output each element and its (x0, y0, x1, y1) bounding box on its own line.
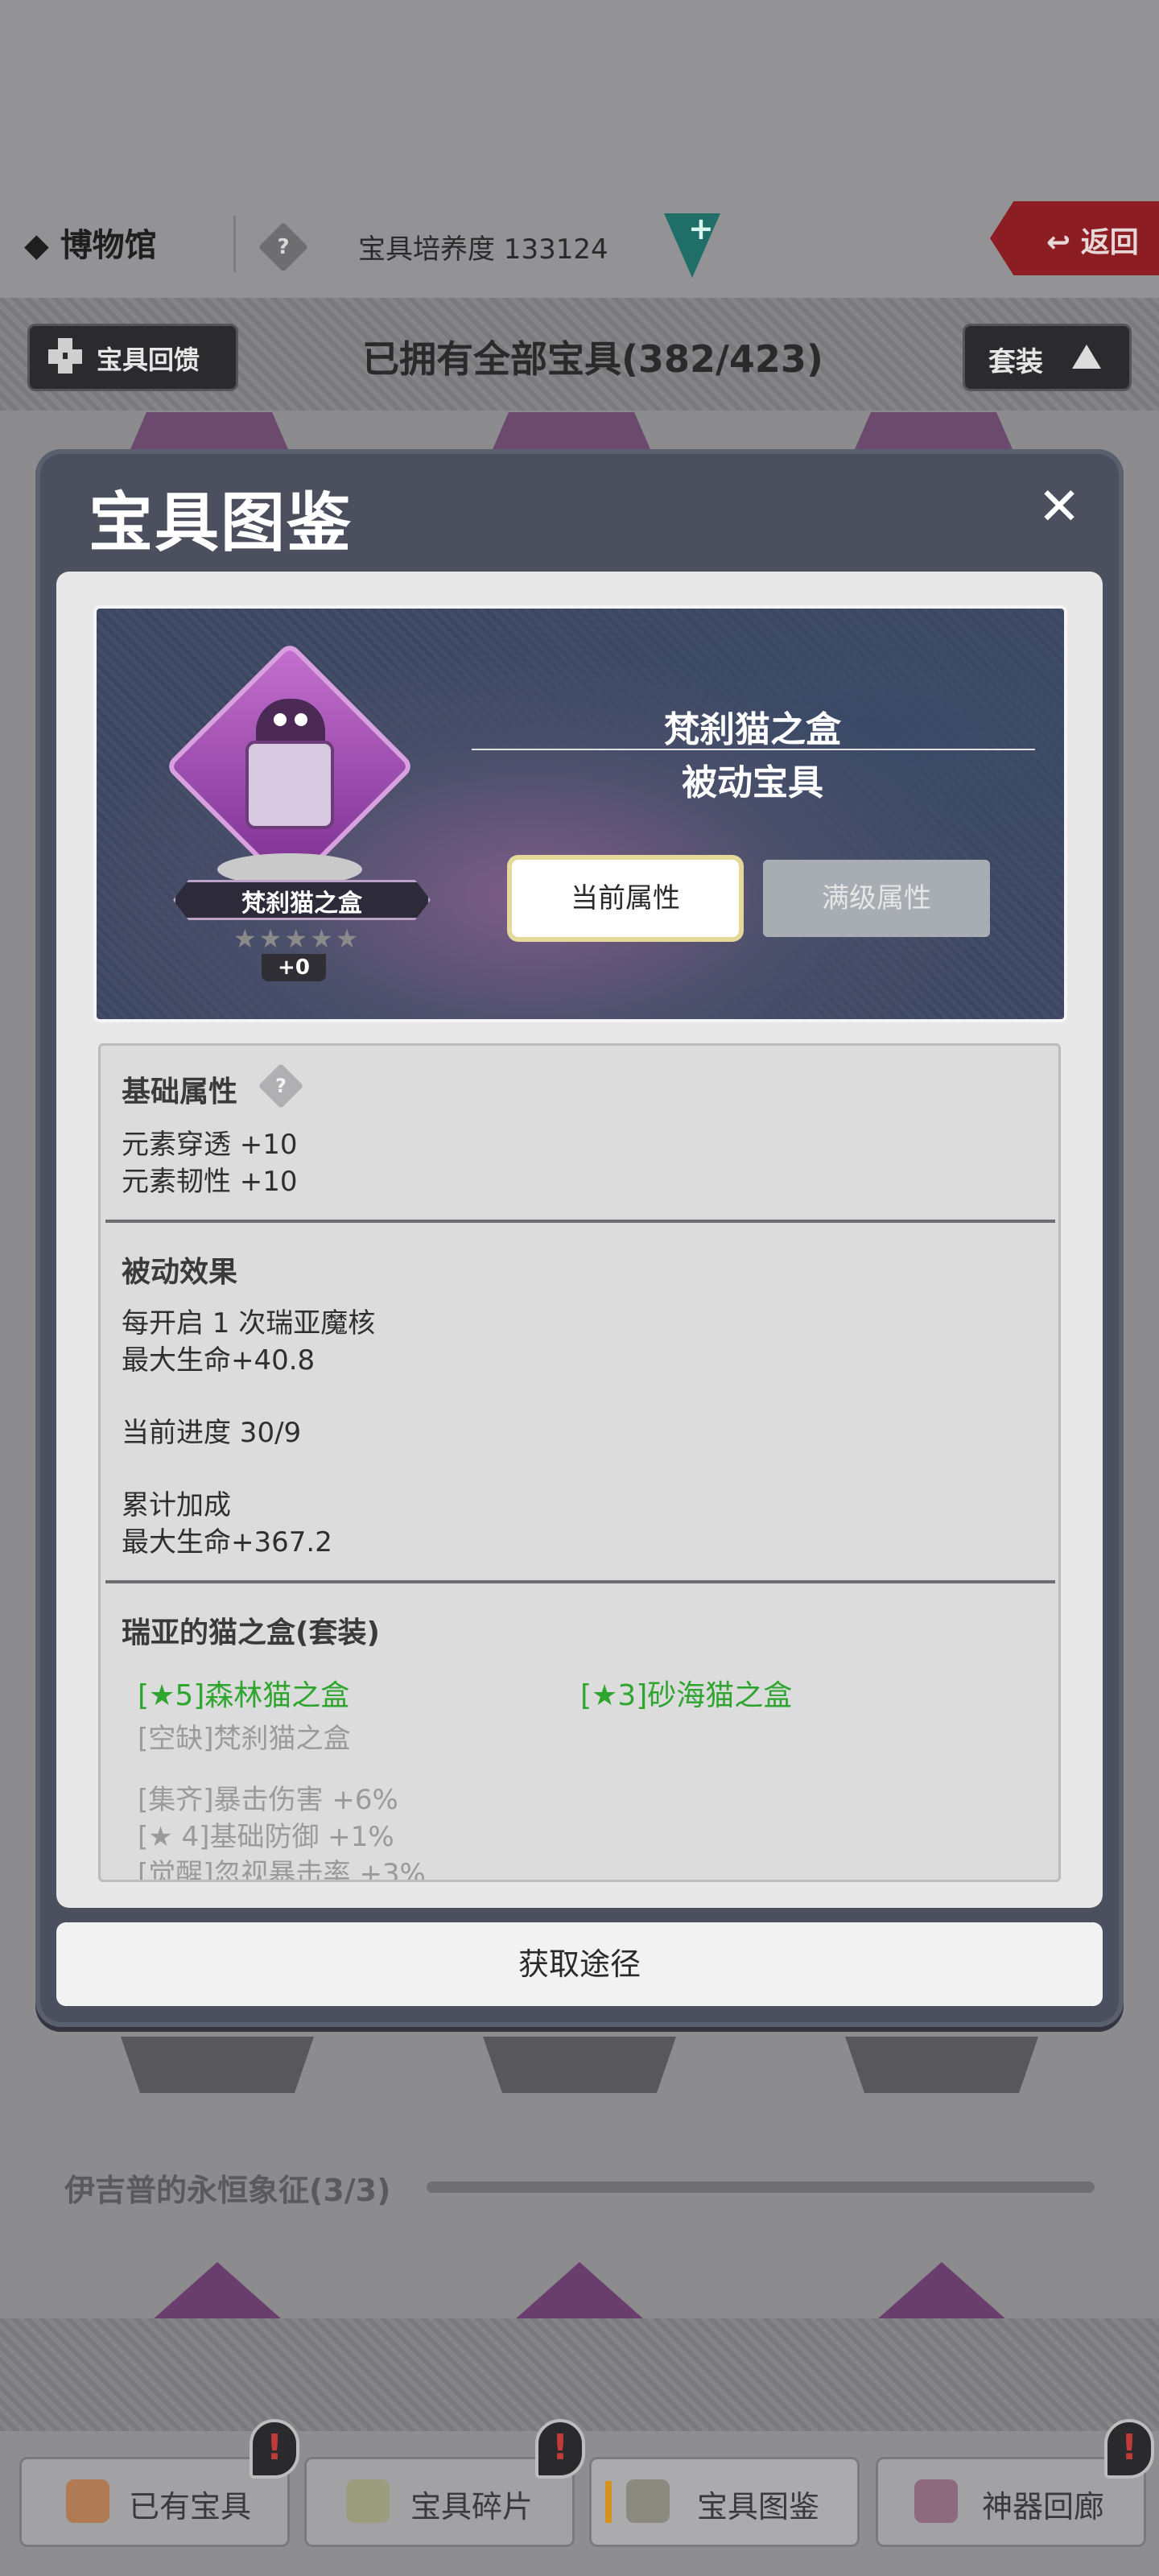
alert-icon: ! (1104, 2419, 1154, 2479)
section-title: 伊吉普的永恒象征(3/3) (64, 2173, 391, 2208)
base-stat-line: 元素韧性 +10 (122, 1166, 298, 1198)
passive-line: 最大生命+40.8 (122, 1344, 316, 1377)
name-plate-label: 梵刹猫之盒 (241, 890, 362, 918)
feedback-icon (48, 338, 84, 374)
max-stats-button[interactable]: 满级属性 (763, 860, 990, 937)
header-divider (233, 216, 236, 272)
base-stat-line: 元素穿透 +10 (122, 1129, 298, 1161)
section-divider (105, 1580, 1055, 1583)
treasure-icon (66, 2479, 109, 2523)
plus-icon: + (688, 211, 714, 246)
gift-box-icon (245, 741, 334, 829)
section-divider (105, 1220, 1055, 1223)
section-progress-bar (427, 2182, 1095, 2193)
set-member: [★3]砂海猫之盒 (580, 1679, 793, 1712)
name-divider (472, 749, 1035, 750)
help-icon[interactable]: ? (258, 1063, 304, 1109)
close-icon[interactable]: ✕ (1033, 481, 1085, 533)
feedback-label: 宝具回馈 (97, 345, 200, 375)
current-stats-button[interactable]: 当前属性 (512, 860, 739, 937)
accum-label: 累计加成 (122, 1489, 231, 1521)
return-icon: ↩ (1046, 226, 1071, 259)
base-stats-heading: 基础属性 (122, 1075, 238, 1108)
nav-band (0, 2318, 1159, 2431)
item-pedestal (121, 2037, 314, 2093)
back-button-label: ↩ 返回 (1046, 226, 1139, 259)
active-indicator (605, 2481, 612, 2523)
item-pedestal (845, 2037, 1038, 2093)
tab-label: 宝具碎片 (410, 2489, 534, 2524)
passive-progress: 当前进度 30/9 (122, 1417, 302, 1449)
level-badge: +0 (262, 954, 326, 981)
set-bonus: [觉醒]忽视暴击率 +3% (138, 1858, 426, 1882)
tab-label: 神器回廊 (982, 2489, 1105, 2524)
owned-status: 已拥有全部宝具(382/423) (362, 337, 823, 381)
set-bonus: [★ 4]基础防御 +1% (138, 1821, 394, 1853)
set-heading: 瑞亚的猫之盒(套装) (122, 1616, 380, 1649)
artifact-icon (914, 2479, 958, 2523)
item-pedestal (483, 2037, 676, 2093)
passive-heading: 被动效果 (122, 1256, 238, 1289)
dialog-title: 宝具图鉴 (89, 485, 353, 560)
set-filter-label: 套装 (988, 346, 1043, 378)
stats-panel[interactable]: 基础属性 ? 元素穿透 +10 元素韧性 +10 被动效果 每开启 1 次瑞亚魔… (98, 1043, 1061, 1882)
triangle-up-icon (1072, 345, 1101, 369)
set-bonus: [集齐]暴击伤害 +6% (138, 1784, 398, 1816)
help-icon[interactable]: ? (258, 221, 309, 273)
alert-icon: ! (535, 2419, 585, 2479)
set-missing: [空缺]梵刹猫之盒 (138, 1723, 351, 1755)
star-rating: ★★★★★ (233, 923, 361, 954)
passive-line: 每开启 1 次瑞亚魔核 (122, 1307, 376, 1340)
museum-title: ◆ 博物馆 (24, 227, 157, 264)
accum-value: 最大生命+367.2 (122, 1526, 332, 1558)
growth-score: 宝具培养度 133124 (358, 233, 608, 266)
obtain-button[interactable]: 获取途径 (56, 1922, 1103, 2006)
tab-label: 已有宝具 (129, 2489, 252, 2524)
item-name: 梵刹猫之盒 (664, 709, 841, 750)
scroll-icon (626, 2479, 670, 2523)
alert-icon: ! (250, 2419, 299, 2479)
set-member: [★5]森林猫之盒 (138, 1679, 350, 1712)
tab-label: 宝具图鉴 (697, 2489, 820, 2524)
item-type: 被动宝具 (682, 762, 823, 803)
fragments-icon (346, 2479, 390, 2523)
